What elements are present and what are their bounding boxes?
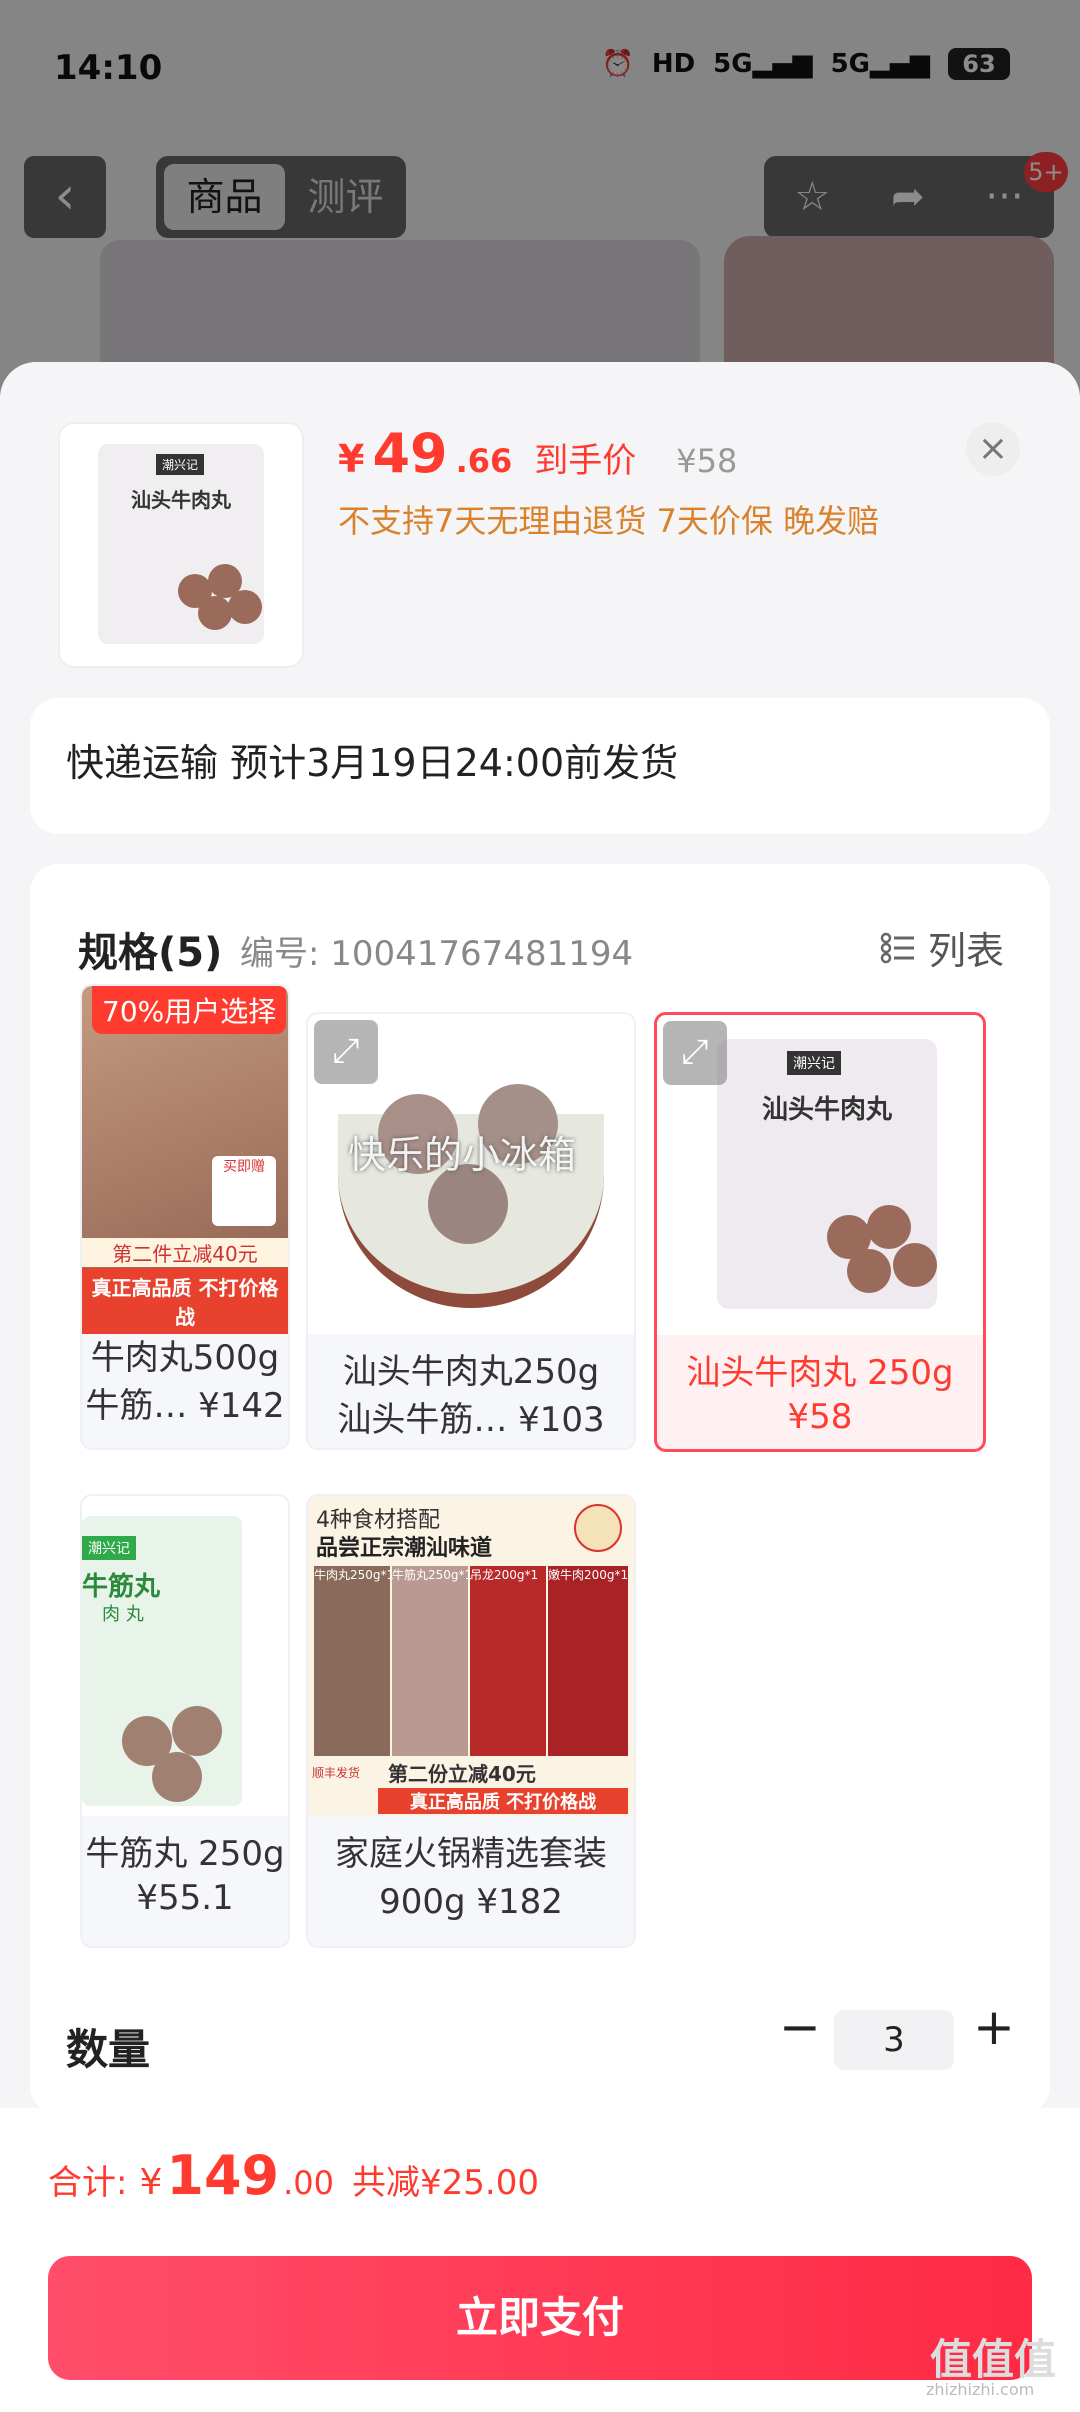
spec-option-selected[interactable]: 潮兴记 汕头牛肉丸 ⤢ 汕头牛肉丸 250g ¥58 (654, 1012, 986, 1452)
spec-title: 规格(5) (78, 930, 223, 976)
option-label: 家庭火锅精选套装 (335, 1834, 607, 1874)
watermark-overlay: 快乐的小冰箱 (348, 1133, 577, 1177)
total-row: 合计: ¥ 149 .00 共减¥25.00 (48, 2144, 539, 2207)
pay-now-button[interactable]: 立即支付 (48, 2256, 1032, 2380)
increase-button[interactable]: + (964, 1998, 1024, 2058)
price-decimal: .66 (455, 442, 513, 480)
quantity-input[interactable]: 3 (834, 2010, 954, 2070)
price-main: 49 (372, 422, 448, 485)
option-price: ¥55.1 (136, 1878, 234, 1918)
expand-icon[interactable]: ⤢ (663, 1021, 727, 1085)
list-label: 列表 (927, 929, 1004, 973)
total-label: 合计: (48, 2163, 128, 2203)
decrease-button[interactable]: − (770, 1998, 830, 2058)
discount-text: 共减¥25.00 (352, 2163, 539, 2203)
close-icon: × (977, 428, 1009, 469)
list-view-toggle[interactable]: 列表 (880, 920, 1004, 975)
package-image: 潮兴记 汕头牛肉丸 (98, 444, 264, 644)
promo-text: 第二件立减40元 (82, 1238, 288, 1267)
product-thumbnail: 潮兴记 汕头牛肉丸 (58, 422, 304, 668)
watermark-url: zhizhizhi.com (926, 2380, 1035, 2399)
option-price: 牛筋… ¥142 (85, 1386, 285, 1426)
total-decimal: .00 (283, 2164, 334, 2202)
watermark: 值值值 (930, 2335, 1057, 2384)
shipping-info: 快递运输 预计3月19日24:00前发货 (66, 741, 679, 785)
spec-option[interactable]: 快乐的小冰箱 ⤢ 汕头牛肉丸250g 汕头牛筋… ¥103 (306, 1012, 636, 1450)
spec-option[interactable]: 潮兴记 牛筋丸 肉 丸 牛筋丸 250g ¥55.1 (80, 1494, 290, 1948)
price-tag: 到手价 (534, 441, 637, 481)
brand-logo: 潮兴记 (156, 454, 205, 475)
sku-sheet: 潮兴记 汕头牛肉丸 ¥ 49 .66 到手价 ¥58 不支持7天无理由退货 7天… (0, 362, 1080, 2412)
total-amount: 149 (166, 2144, 280, 2207)
list-icon (880, 932, 914, 963)
total-currency: ¥ (139, 2162, 163, 2203)
package-title: 汕头牛肉丸 (131, 488, 231, 512)
option-label: 汕头牛肉丸 250g (686, 1353, 954, 1393)
sku-number: 编号: 10041767481194 (240, 934, 634, 974)
popular-tag: 70%用户选择 (92, 986, 287, 1034)
gift-image: 买即赠 (212, 1156, 276, 1226)
spec-card: 规格(5) 编号: 10041767481194 列表 买即赠 第二件立减40元… (30, 864, 1050, 2114)
checkout-footer: 合计: ¥ 149 .00 共减¥25.00 立即支付 (0, 2108, 1080, 2412)
expand-icon[interactable]: ⤢ (314, 1020, 378, 1084)
option-image: 潮兴记 牛筋丸 肉 丸 (82, 1496, 288, 1816)
spec-option[interactable]: 4种食材搭配 品尝正宗潮汕味道 牛肉丸250g*1 牛筋丸250g*1 吊龙20… (306, 1494, 636, 1948)
option-price: 900g ¥182 (379, 1882, 563, 1922)
option-label: 牛肉丸500g (90, 1338, 280, 1378)
policy-text: 不支持7天无理由退货 7天价保 晚发赔 (338, 502, 880, 540)
option-label: 汕头牛肉丸250g (342, 1352, 600, 1392)
option-image: 4种食材搭配 品尝正宗潮汕味道 牛肉丸250g*1 牛筋丸250g*1 吊龙20… (308, 1496, 634, 1816)
quantity-label: 数量 (66, 2025, 151, 2074)
spec-option[interactable]: 买即赠 第二件立减40元 真正高品质 不打价格战 70%用户选择 牛肉丸500g… (80, 984, 290, 1450)
option-label: 牛筋丸 250g (85, 1834, 285, 1874)
option-price: 汕头牛筋… ¥103 (337, 1400, 605, 1440)
price-row: ¥ 49 .66 到手价 ¥58 (338, 422, 737, 485)
price-currency: ¥ (338, 437, 365, 481)
original-price: ¥58 (676, 442, 738, 480)
shipping-card: 快递运输 预计3月19日24:00前发货 (30, 698, 1050, 834)
promo-strip: 真正高品质 不打价格战 (82, 1268, 288, 1334)
close-button[interactable]: × (966, 422, 1020, 476)
option-price: ¥58 (787, 1397, 853, 1437)
